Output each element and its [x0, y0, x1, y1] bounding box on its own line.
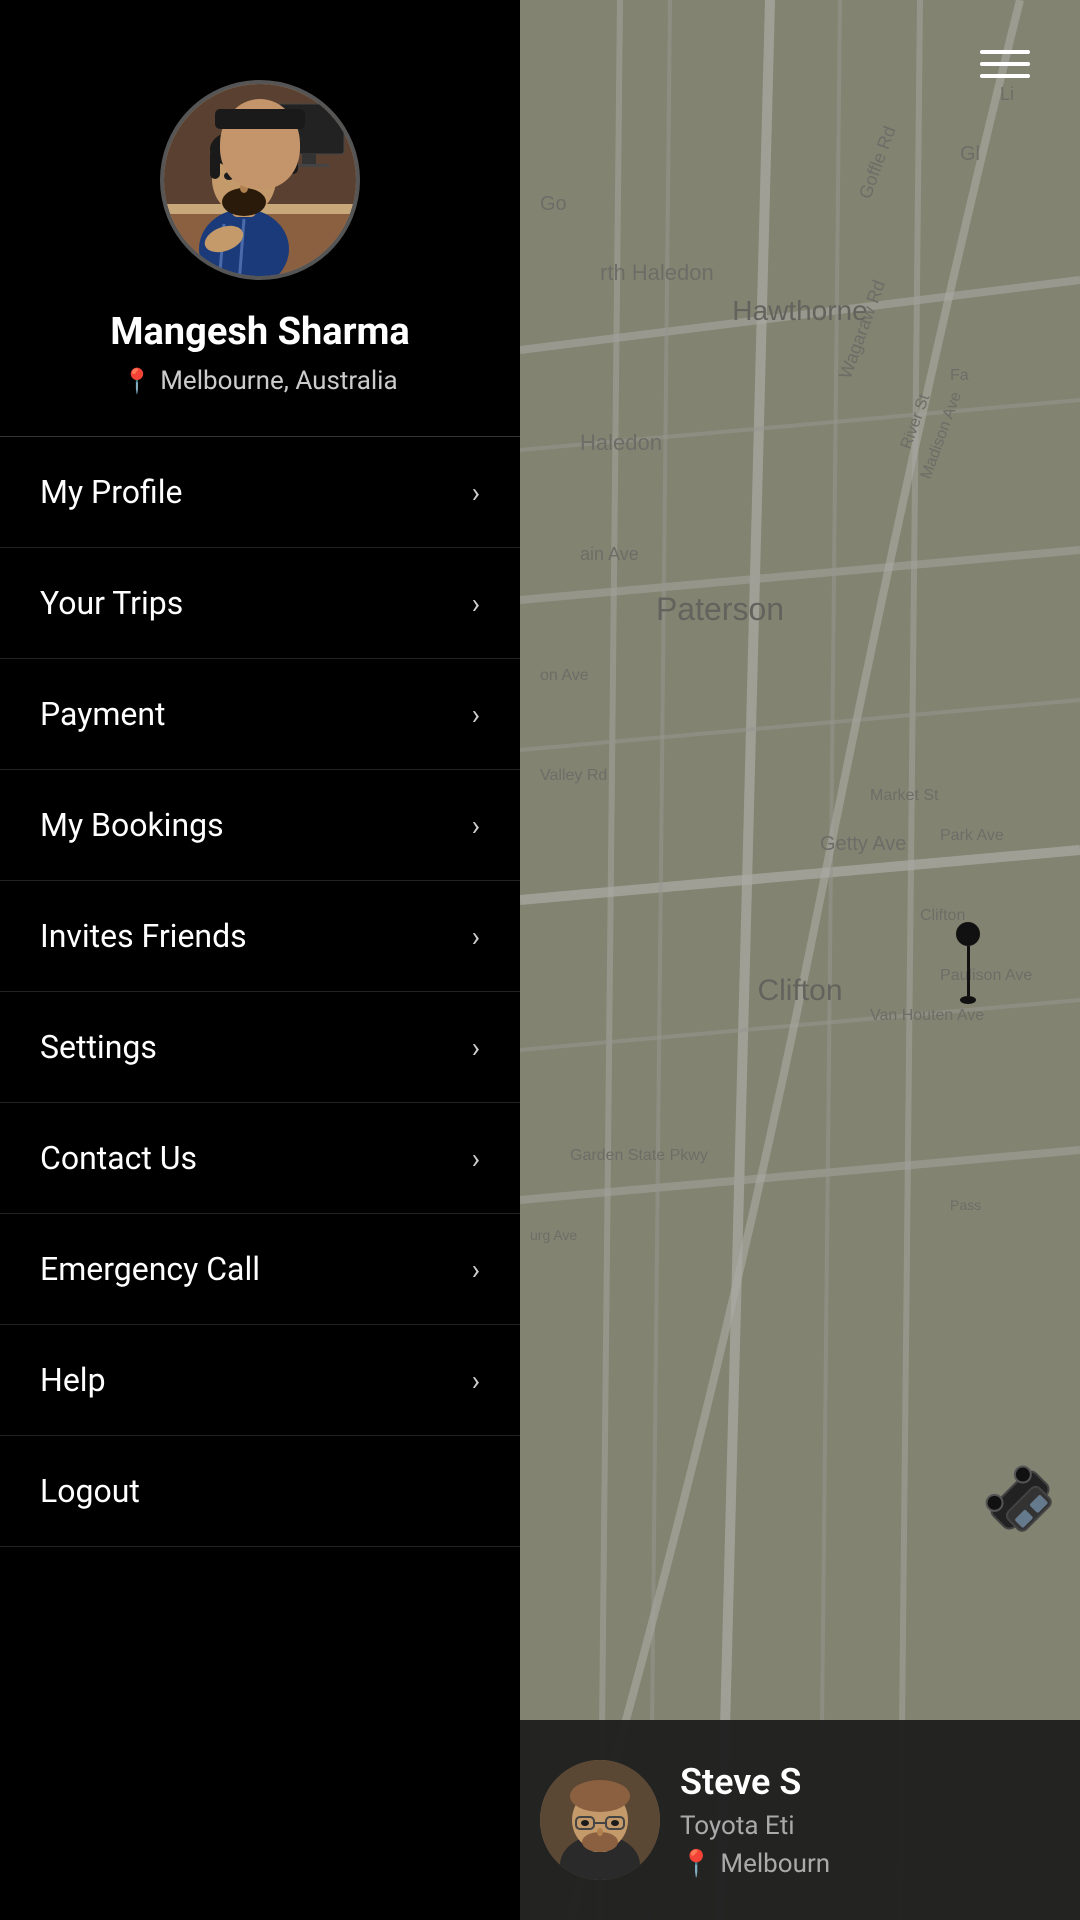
- svg-text:Go: Go: [540, 193, 567, 215]
- menu-item-your-trips[interactable]: Your Trips ›: [0, 548, 520, 659]
- menu-item-label-help: Help: [40, 1361, 106, 1399]
- map-pin-line: [967, 946, 970, 996]
- menu-item-settings[interactable]: Settings ›: [0, 992, 520, 1103]
- avatar: [160, 80, 360, 280]
- hamburger-button[interactable]: [970, 40, 1040, 88]
- menu-list: My Profile›Your Trips›Payment›My Booking…: [0, 437, 520, 1920]
- svg-text:Market St: Market St: [870, 787, 939, 804]
- menu-chevron-emergency-call: ›: [472, 1253, 480, 1286]
- menu-item-logout[interactable]: Logout: [0, 1436, 520, 1547]
- menu-item-label-payment: Payment: [40, 695, 166, 733]
- menu-item-payment[interactable]: Payment ›: [0, 659, 520, 770]
- svg-text:Valley Rd: Valley Rd: [540, 767, 607, 784]
- svg-text:rth Haledon: rth Haledon: [600, 260, 714, 285]
- driver-card: Steve SSteve S Toyota Eti 📍 Melbourn: [520, 1720, 1080, 1920]
- profile-location-text: Melbourne, Australia: [160, 366, 397, 396]
- driver-location-icon: 📍: [680, 1849, 712, 1879]
- svg-text:Van Houten Ave: Van Houten Ave: [870, 1007, 984, 1024]
- menu-item-help[interactable]: Help ›: [0, 1325, 520, 1436]
- svg-text:Fa: Fa: [950, 367, 969, 384]
- menu-item-label-invites-friends: Invites Friends: [40, 917, 247, 955]
- menu-chevron-contact-us: ›: [472, 1142, 480, 1175]
- menu-chevron-settings: ›: [472, 1031, 480, 1064]
- location-pin-icon: 📍: [122, 367, 152, 395]
- driver-name: Steve SSteve S: [680, 1761, 1060, 1803]
- map-pin-base: [960, 996, 976, 1004]
- menu-item-my-bookings[interactable]: My Bookings ›: [0, 770, 520, 881]
- menu-chevron-my-bookings: ›: [472, 809, 480, 842]
- driver-location-text: Melbourn: [720, 1849, 830, 1879]
- svg-text:Garden State Pkwy: Garden State Pkwy: [570, 1147, 708, 1164]
- svg-text:Haledon: Haledon: [580, 430, 662, 455]
- menu-item-label-your-trips: Your Trips: [40, 584, 183, 622]
- menu-item-contact-us[interactable]: Contact Us ›: [0, 1103, 520, 1214]
- map-car-icon: [980, 1460, 1060, 1540]
- svg-text:urg Ave: urg Ave: [530, 1227, 577, 1243]
- svg-text:Hawthorne: Hawthorne: [732, 295, 867, 326]
- menu-chevron-payment: ›: [472, 698, 480, 731]
- menu-item-invites-friends[interactable]: Invites Friends ›: [0, 881, 520, 992]
- menu-chevron-your-trips: ›: [472, 587, 480, 620]
- sidebar: Mangesh Sharma 📍 Melbourne, Australia My…: [0, 0, 520, 1920]
- svg-text:Getty Ave: Getty Ave: [820, 833, 906, 855]
- menu-item-label-emergency-call: Emergency Call: [40, 1250, 260, 1288]
- map-marker: [956, 922, 980, 1004]
- profile-section: Mangesh Sharma 📍 Melbourne, Australia: [0, 0, 520, 436]
- svg-text:Park Ave: Park Ave: [940, 827, 1004, 844]
- menu-chevron-invites-friends: ›: [472, 920, 480, 953]
- hamburger-line-3: [980, 74, 1030, 78]
- driver-location-row: 📍 Melbourn: [680, 1849, 1060, 1879]
- svg-text:ain Ave: ain Ave: [580, 544, 639, 564]
- map-svg: Hawthorne Paterson Clifton rth Haledon H…: [520, 0, 1080, 1920]
- avatar-image: [164, 84, 356, 276]
- driver-car: Toyota Eti: [680, 1811, 1060, 1841]
- menu-item-emergency-call[interactable]: Emergency Call ›: [0, 1214, 520, 1325]
- driver-info: Steve SSteve S Toyota Eti 📍 Melbourn: [680, 1761, 1060, 1879]
- svg-text:on Ave: on Ave: [540, 667, 589, 684]
- map-background: Hawthorne Paterson Clifton rth Haledon H…: [520, 0, 1080, 1920]
- hamburger-line-2: [980, 62, 1030, 66]
- menu-item-label-settings: Settings: [40, 1028, 157, 1066]
- svg-text:Clifton: Clifton: [757, 974, 842, 1007]
- map-pin-dot: [956, 922, 980, 946]
- menu-chevron-my-profile: ›: [472, 476, 480, 509]
- svg-text:Paulison Ave: Paulison Ave: [940, 967, 1032, 984]
- hamburger-line-1: [980, 50, 1030, 54]
- svg-text:Gl: Gl: [960, 143, 980, 165]
- menu-item-label-my-bookings: My Bookings: [40, 806, 224, 844]
- driver-avatar-image: [540, 1760, 660, 1880]
- menu-item-my-profile[interactable]: My Profile ›: [0, 437, 520, 548]
- menu-item-label-logout: Logout: [40, 1472, 140, 1510]
- driver-avatar: [540, 1760, 660, 1880]
- svg-text:Paterson: Paterson: [656, 591, 784, 627]
- profile-location: 📍 Melbourne, Australia: [122, 366, 397, 396]
- svg-text:Pass: Pass: [950, 1197, 981, 1213]
- menu-item-label-my-profile: My Profile: [40, 473, 182, 511]
- profile-name: Mangesh Sharma: [110, 310, 410, 354]
- menu-item-label-contact-us: Contact Us: [40, 1139, 197, 1177]
- menu-chevron-help: ›: [472, 1364, 480, 1397]
